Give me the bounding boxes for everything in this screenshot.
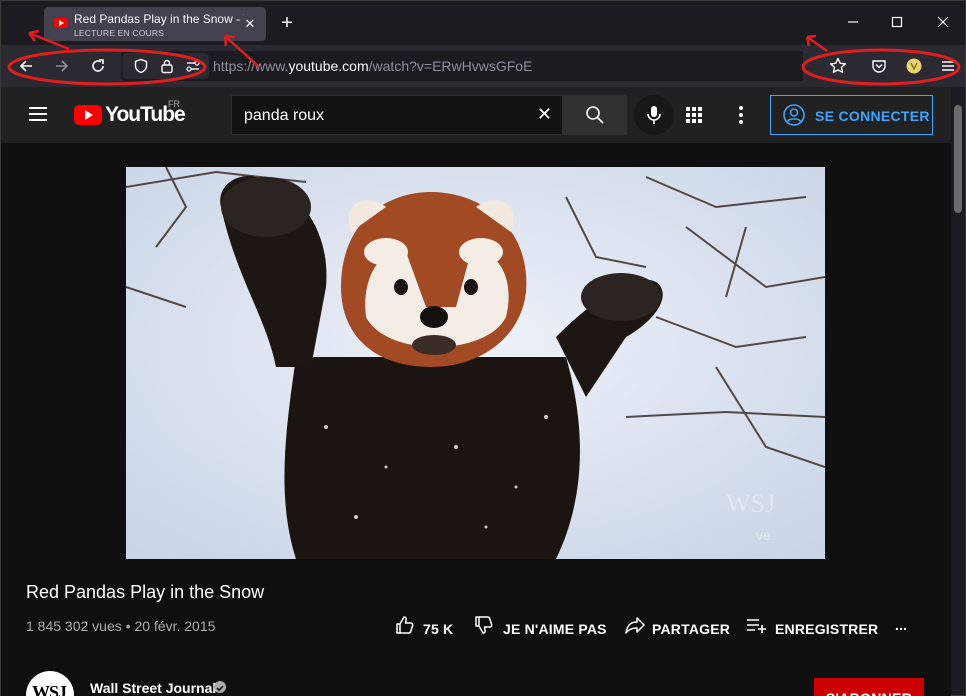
thumbs-up-icon xyxy=(396,616,414,634)
youtube-page: YouTube FR panda roux ✕ SE CONNECTER WSJ… xyxy=(1,87,951,696)
youtube-logo-icon[interactable] xyxy=(74,105,102,125)
annotation-circle-nav xyxy=(7,48,207,86)
sign-in-label: SE CONNECTER xyxy=(815,108,930,124)
search-clear-button[interactable]: ✕ xyxy=(537,104,552,125)
youtube-header: YouTube FR panda roux ✕ SE CONNECTER xyxy=(1,87,951,143)
annotation-arrow-center xyxy=(223,34,260,68)
video-frame-image: WSJ ve xyxy=(126,167,825,559)
dislike-label: JE N'AIME PAS xyxy=(503,621,607,637)
microphone-icon xyxy=(647,106,661,124)
annotation-overlay xyxy=(7,29,961,86)
like-count: 75 K xyxy=(423,621,454,637)
voice-search-button[interactable] xyxy=(634,95,674,135)
share-label: PARTAGER xyxy=(652,621,731,637)
settings-more-icon[interactable] xyxy=(735,104,747,126)
meta-separator: • xyxy=(125,618,131,634)
account-icon xyxy=(783,104,805,126)
scrollbar-thumb[interactable] xyxy=(954,105,962,213)
watermark-sub-text: ve xyxy=(756,527,771,543)
annotation-arrow-right xyxy=(805,34,828,53)
channel-avatar-text: WSJ xyxy=(32,682,67,696)
guide-menu-icon[interactable] xyxy=(29,107,47,121)
browser-window: Red Pandas Play in the Snow - YouTube LE… xyxy=(0,0,966,696)
view-count: 1 845 302 vues xyxy=(26,618,122,634)
search-query[interactable]: panda roux xyxy=(244,107,324,125)
search-icon xyxy=(586,106,604,124)
country-code: FR xyxy=(168,99,180,109)
verified-check-icon xyxy=(214,681,226,693)
annotation-circle-toolbar xyxy=(801,48,961,86)
search-button[interactable] xyxy=(563,95,627,135)
watermark-text: WSJ xyxy=(726,489,775,518)
channel-avatar[interactable]: WSJ xyxy=(26,671,74,696)
video-meta: 1 845 302 vues • 20 févr. 2015 xyxy=(26,618,215,634)
save-label: ENREGISTRER xyxy=(775,621,879,637)
video-player[interactable]: WSJ ve xyxy=(126,167,825,559)
subscribe-button[interactable]: S'ABONNER xyxy=(814,678,924,696)
channel-name[interactable]: Wall Street Journal xyxy=(90,680,216,696)
playlist-add-icon xyxy=(747,619,766,633)
more-actions-label: ... xyxy=(895,617,908,633)
apps-grid-icon[interactable] xyxy=(685,106,703,124)
publish-date: 20 févr. 2015 xyxy=(134,618,216,634)
search-input[interactable]: panda roux ✕ xyxy=(231,95,563,135)
thumbs-down-icon xyxy=(475,616,493,634)
share-icon xyxy=(625,617,645,634)
annotation-arrow-left xyxy=(28,29,70,51)
video-title: Red Pandas Play in the Snow xyxy=(26,582,265,602)
sign-in-button[interactable]: SE CONNECTER xyxy=(770,95,933,135)
